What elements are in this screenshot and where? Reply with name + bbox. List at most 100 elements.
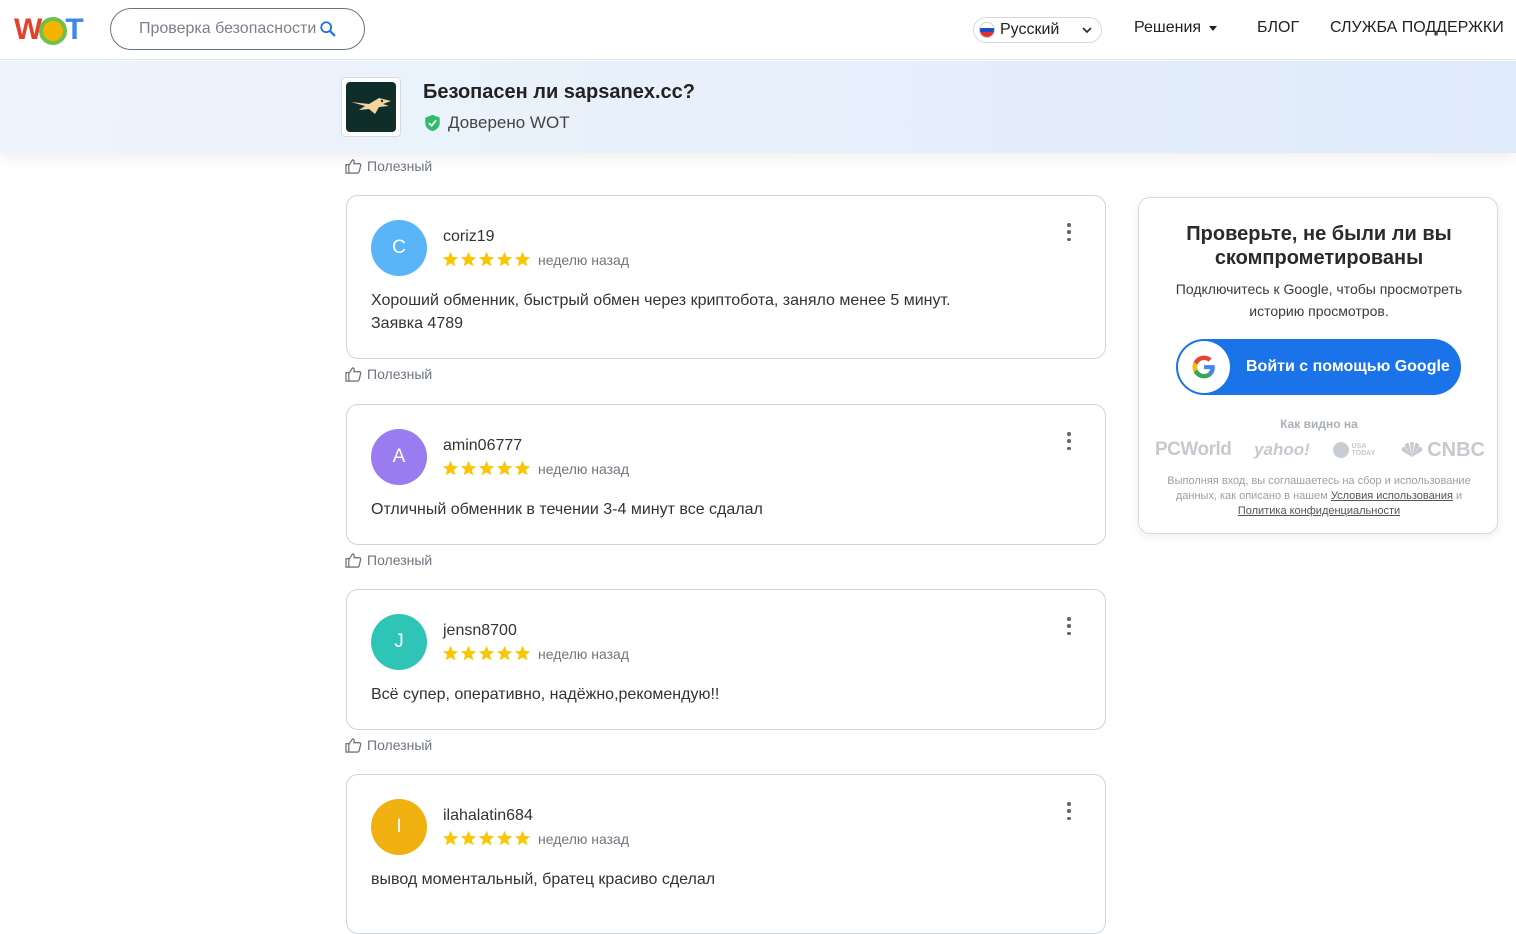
logo-o-icon: [39, 17, 68, 45]
star-icon: [460, 645, 477, 661]
star-icon: [496, 251, 513, 267]
review-time: неделю назад: [538, 831, 629, 847]
rating-stars: [442, 460, 531, 477]
star-icon: [496, 645, 513, 661]
logo-letter-t: T: [65, 13, 83, 46]
top-navigation: WT Русский Решения БЛОГ СЛУЖБА ПОДДЕРЖКИ: [0, 0, 1516, 60]
logo-letter-w: W: [14, 13, 42, 46]
review-text: Хороший обменник, быстрый обмен через кр…: [371, 289, 1071, 335]
helpful-label: Полезный: [367, 366, 433, 382]
terms-link[interactable]: Условия использования: [1331, 490, 1453, 502]
card-title: Проверьте, не были ли вы скомпрометирова…: [1186, 223, 1452, 269]
helpful-label: Полезный: [367, 552, 433, 568]
site-title: Безопасен ли sapsanex.cc?: [423, 81, 695, 103]
star-icon: [442, 830, 459, 846]
site-logo: [341, 77, 401, 137]
rating-stars: [442, 251, 531, 268]
search-icon[interactable]: [319, 20, 337, 38]
as-seen-on-label: Как видно на: [1280, 417, 1358, 431]
helpful-label: Полезный: [367, 737, 433, 753]
search-input[interactable]: [139, 20, 319, 38]
privacy-link[interactable]: Политика конфиденциальности: [1238, 505, 1400, 517]
site-header-band: Безопасен ли sapsanex.cc? Доверено WOT: [0, 61, 1516, 153]
review-username[interactable]: jensn8700: [443, 622, 517, 640]
helpful-label: Полезный: [367, 158, 433, 174]
review-card: J jensn8700 неделю назад Всё супер, опер…: [346, 589, 1106, 730]
dropdown-triangle-icon: [1209, 25, 1218, 31]
star-icon: [460, 251, 477, 267]
star-icon: [478, 830, 495, 846]
review-text-line: вывод моментальный, братец красиво сдела…: [371, 871, 716, 888]
star-icon: [514, 460, 531, 476]
review-time: неделю назад: [538, 461, 629, 477]
star-icon: [442, 460, 459, 476]
nav-solutions-label: Решения: [1134, 19, 1202, 36]
avatar: C: [371, 220, 427, 276]
trust-status: Доверено WOT: [424, 113, 570, 133]
thumb-up-icon: [345, 366, 362, 382]
review-text-line: Отличный обменник в течении 3-4 минут вс…: [371, 501, 763, 518]
star-icon: [460, 830, 477, 846]
nav-solutions-menu[interactable]: Решения: [1134, 19, 1218, 37]
review-text-line: Хороший обменник, быстрый обмен через кр…: [371, 292, 951, 309]
star-icon: [478, 251, 495, 267]
google-signin-button[interactable]: Войти с помощью Google: [1176, 339, 1461, 395]
press-logos: PCWorld yahoo! USA TODAY CNBC: [1155, 438, 1485, 462]
pcworld-logo: PCWorld: [1155, 439, 1232, 460]
review-text: Отличный обменник в течении 3-4 минут вс…: [371, 498, 1071, 521]
language-label: Русский: [1000, 21, 1060, 38]
eagle-icon: [346, 82, 396, 132]
review-username[interactable]: coriz19: [443, 228, 495, 246]
star-icon: [442, 645, 459, 661]
google-g-icon: [1178, 341, 1230, 393]
avatar: J: [371, 614, 427, 670]
more-options-icon[interactable]: [1066, 617, 1072, 635]
star-icon: [442, 251, 459, 267]
more-options-icon[interactable]: [1066, 802, 1072, 820]
avatar: I: [371, 799, 427, 855]
more-options-icon[interactable]: [1066, 223, 1072, 241]
search-box: [110, 8, 365, 50]
review-username[interactable]: amin06777: [443, 437, 522, 455]
card-description: Подключитесь к Google, чтобы просмотреть…: [1175, 281, 1463, 319]
yahoo-logo: yahoo!: [1254, 440, 1310, 459]
review-time: неделю назад: [538, 646, 629, 662]
thumb-up-icon: [345, 737, 362, 753]
review-text-line: Заявка 4789: [371, 315, 464, 332]
language-selector[interactable]: Русский: [973, 17, 1102, 43]
helpful-button[interactable]: Полезный: [345, 737, 432, 753]
usa-today-logo: USA TODAY: [1332, 442, 1378, 458]
compromise-check-card: Проверьте, не были ли вы скомпрометирова…: [1138, 197, 1498, 534]
review-text-line: Всё супер, оперативно, надёжно,рекоменду…: [371, 686, 720, 703]
trust-status-label: Доверено WOT: [448, 113, 570, 132]
star-icon: [496, 460, 513, 476]
chevron-down-icon: [1082, 27, 1092, 34]
review-card: I ilahalatin684 неделю назад вывод момен…: [346, 774, 1106, 934]
nav-support-link[interactable]: СЛУЖБА ПОДДЕРЖКИ: [1330, 19, 1504, 37]
star-icon: [460, 460, 477, 476]
review-time: неделю назад: [538, 252, 629, 268]
star-icon: [496, 830, 513, 846]
helpful-button[interactable]: Полезный: [345, 366, 432, 382]
star-icon: [478, 645, 495, 661]
wot-logo[interactable]: WT: [14, 12, 84, 48]
cnbc-logo: CNBC: [1400, 439, 1485, 462]
thumb-up-icon: [345, 158, 362, 174]
star-icon: [514, 830, 531, 846]
google-signin-label: Войти с помощью Google: [1246, 358, 1450, 375]
star-icon: [514, 645, 531, 661]
helpful-button[interactable]: Полезный: [345, 158, 432, 174]
review-text: Всё супер, оперативно, надёжно,рекоменду…: [371, 683, 1071, 706]
rating-stars: [442, 830, 531, 847]
star-icon: [478, 460, 495, 476]
legal-notice: Выполняя вход, вы соглашаетесь на сбор и…: [1167, 475, 1471, 517]
russia-flag-icon: [979, 22, 995, 38]
review-username[interactable]: ilahalatin684: [443, 807, 533, 825]
review-text: вывод моментальный, братец красиво сдела…: [371, 868, 1071, 891]
peacock-icon: [1401, 442, 1423, 457]
more-options-icon[interactable]: [1066, 432, 1072, 450]
helpful-button[interactable]: Полезный: [345, 552, 432, 568]
review-card: A amin06777 неделю назад Отличный обменн…: [346, 404, 1106, 545]
review-card: C coriz19 неделю назад Хороший обменник,…: [346, 195, 1106, 359]
nav-blog-link[interactable]: БЛОГ: [1257, 19, 1299, 37]
